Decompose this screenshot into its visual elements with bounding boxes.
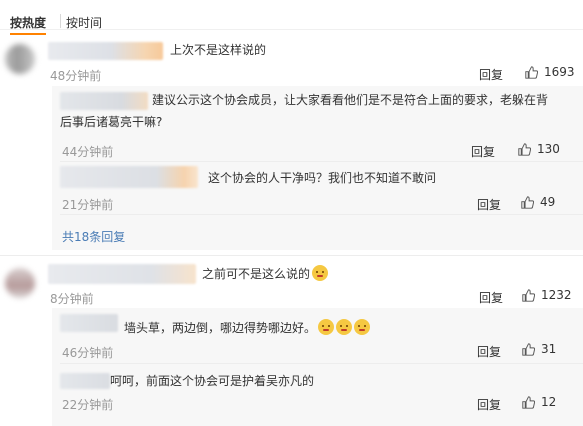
- reply-button[interactable]: 回复: [477, 396, 501, 413]
- comment-text: 上次不是这样说的: [170, 43, 267, 57]
- laughing-emoji-icon: [312, 265, 329, 281]
- divider: [60, 214, 583, 215]
- thumbs-up-icon: [521, 195, 534, 209]
- avatar[interactable]: [5, 268, 35, 298]
- like-button[interactable]: 1693: [525, 65, 575, 79]
- reply-button[interactable]: 回复: [477, 196, 501, 213]
- comment-text: 之前可不是这么说的: [202, 262, 329, 286]
- dog-face-emoji-icon: [318, 319, 335, 335]
- reply-button[interactable]: 回复: [479, 66, 503, 83]
- reply-button[interactable]: 回复: [471, 143, 495, 160]
- divider: [0, 255, 583, 256]
- like-count: 49: [540, 195, 556, 209]
- tab-sort-time[interactable]: 按时间: [66, 14, 102, 31]
- reply-time: 44分钟前: [62, 145, 114, 159]
- thumbs-up-icon: [525, 65, 538, 79]
- thumbs-up-icon: [518, 142, 531, 156]
- reply-thread: 墙头草，两边倒，哪边得势哪边好。 46分钟前 回复 31 呵呵，前面这个协会可是…: [52, 308, 583, 426]
- like-button[interactable]: 49: [521, 195, 555, 209]
- like-button[interactable]: 12: [522, 395, 556, 409]
- reply-time: 21分钟前: [62, 198, 114, 212]
- username-blurred[interactable]: [48, 264, 196, 284]
- reply-time: 46分钟前: [62, 346, 114, 360]
- username-blurred[interactable]: [60, 314, 118, 332]
- like-button[interactable]: 31: [522, 342, 556, 356]
- thumbs-up-icon: [522, 342, 535, 356]
- comment-time: 48分钟前: [50, 69, 102, 83]
- like-count: 12: [541, 395, 557, 409]
- like-count: 1693: [544, 65, 575, 79]
- username-blurred[interactable]: [60, 166, 198, 188]
- reply-time: 22分钟前: [62, 398, 114, 412]
- tab-sort-hot[interactable]: 按热度: [10, 14, 47, 35]
- like-count: 31: [541, 342, 557, 356]
- thumbs-up-icon: [522, 288, 535, 302]
- view-more-replies-link[interactable]: 共18条回复: [62, 228, 125, 245]
- reply-text: 这个协会的人干净吗？我们也不知道不敢问: [208, 171, 437, 185]
- username-blurred[interactable]: [60, 92, 148, 110]
- like-button[interactable]: 130: [518, 142, 560, 156]
- reply-text: 墙头草，两边倒，哪边得势哪边好。: [124, 316, 371, 340]
- reply-thread: 建议公示这个协会成员，让大家看看他们是不是符合上面的要求，老躲在背 后事后诸葛亮…: [52, 86, 583, 250]
- like-count: 130: [537, 142, 560, 156]
- like-count: 1232: [541, 288, 572, 302]
- dog-face-emoji-icon: [354, 319, 371, 335]
- sort-tabs: 按热度 按时间: [0, 0, 583, 35]
- divider: [60, 363, 583, 364]
- comment-time: 8分钟前: [50, 292, 94, 306]
- username-blurred[interactable]: [48, 42, 163, 60]
- like-button[interactable]: 1232: [522, 288, 572, 302]
- avatar[interactable]: [5, 44, 35, 74]
- dog-face-emoji-icon: [336, 319, 353, 335]
- tab-divider: [60, 14, 61, 28]
- reply-text: 呵呵，前面这个协会可是护着吴亦凡的: [110, 374, 315, 388]
- thumbs-up-icon: [522, 395, 535, 409]
- reply-text-line1: 建议公示这个协会成员，让大家看看他们是不是符合上面的要求，老躲在背: [152, 93, 549, 107]
- username-blurred[interactable]: [60, 373, 110, 389]
- reply-button[interactable]: 回复: [477, 343, 501, 360]
- divider: [60, 161, 583, 162]
- reply-text-line2: 后事后诸葛亮干嘛?: [60, 115, 163, 129]
- reply-button[interactable]: 回复: [479, 289, 503, 306]
